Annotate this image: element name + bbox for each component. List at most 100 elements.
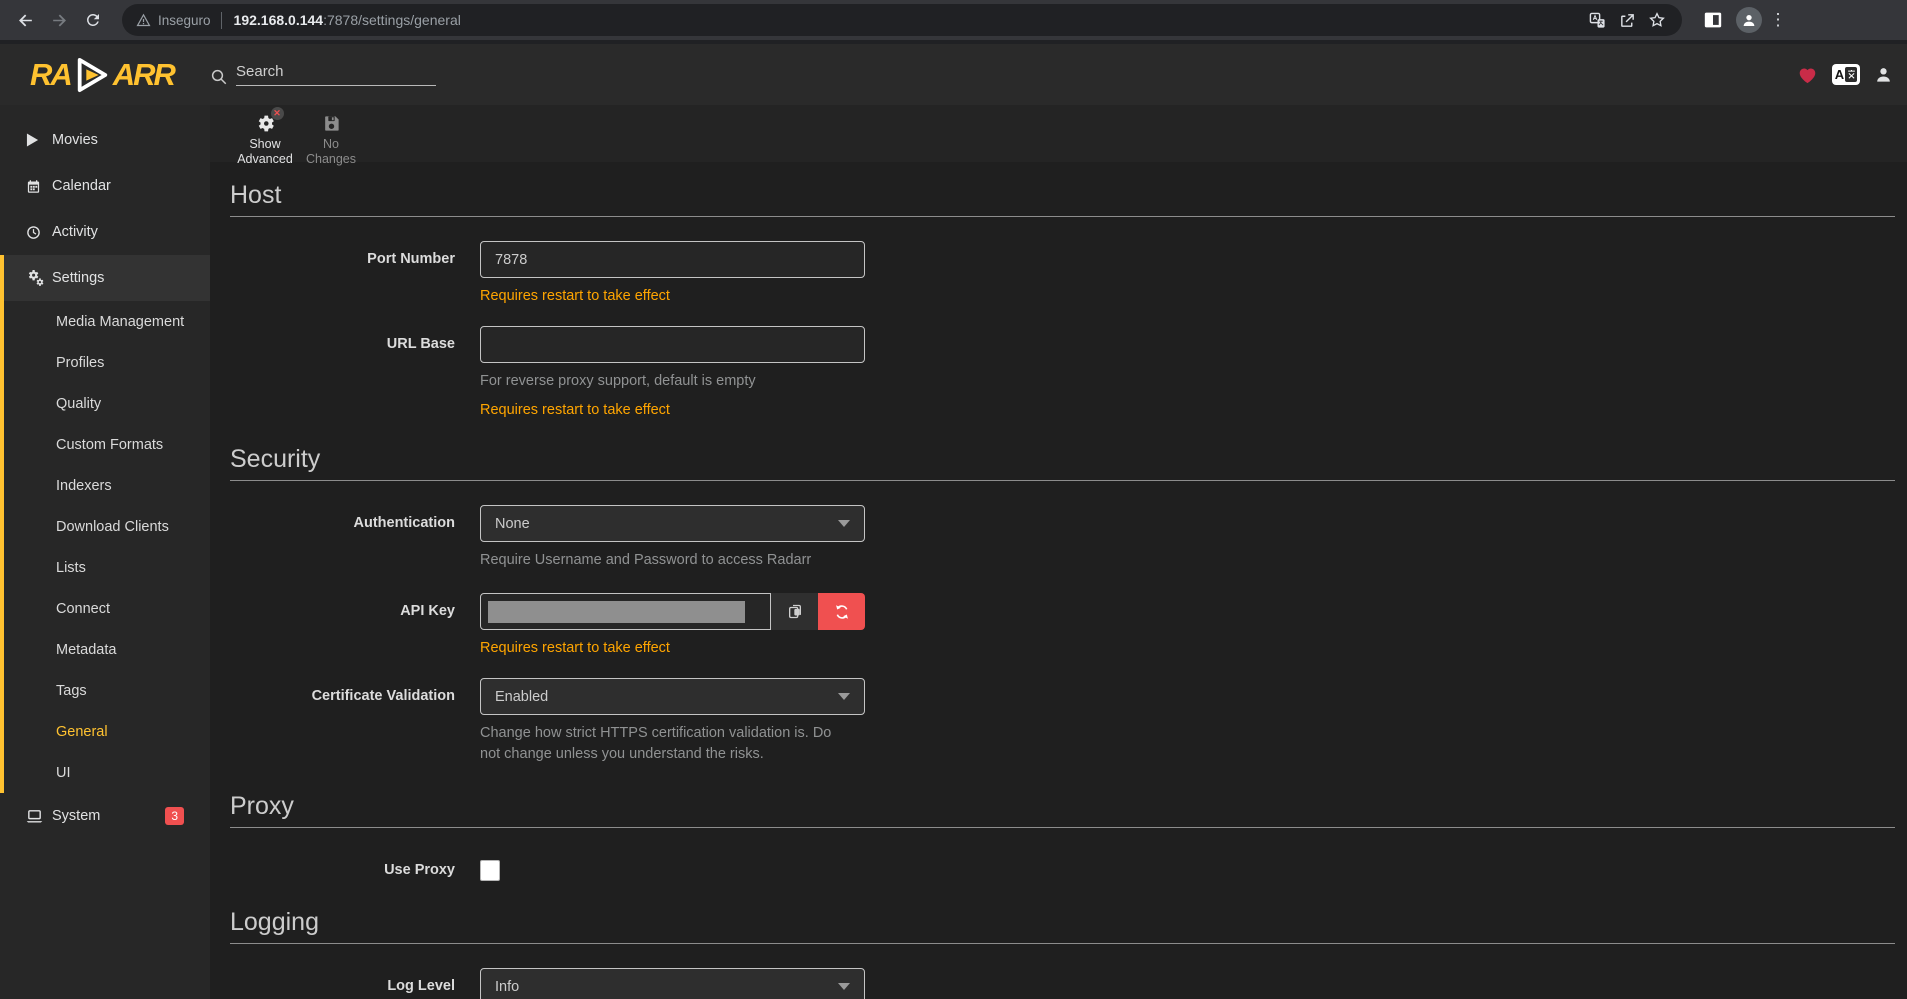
section-title-host: Host xyxy=(230,180,1895,210)
port-number-input[interactable] xyxy=(480,241,865,278)
page-url[interactable]: 192.168.0.144:7878/settings/general xyxy=(234,12,461,28)
use-proxy-row: Use Proxy xyxy=(230,852,1895,881)
system-health-badge: 3 xyxy=(165,807,184,825)
side-panel-button[interactable] xyxy=(1696,3,1730,37)
url-base-input[interactable] xyxy=(480,326,865,363)
section-title-security: Security xyxy=(230,444,1895,474)
section-title-logging: Logging xyxy=(230,907,1895,937)
header-actions: A xyxy=(1797,64,1907,85)
log-level-row: Log Level Info xyxy=(230,968,1895,999)
share-button[interactable] xyxy=(1612,5,1642,35)
sidebar-item-activity[interactable]: Activity xyxy=(0,209,210,255)
sidebar-item-calendar[interactable]: Calendar xyxy=(0,163,210,209)
logo-text-left: RA xyxy=(30,59,71,90)
api-key-label: API Key xyxy=(230,593,480,656)
warning-triangle-icon xyxy=(136,13,151,28)
api-key-restart-warning: Requires restart to take effect xyxy=(480,640,865,656)
sidebar-item-metadata[interactable]: Metadata xyxy=(4,629,210,670)
search-icon xyxy=(210,68,228,86)
sidebar-item-download-clients[interactable]: Download Clients xyxy=(4,506,210,547)
laptop-icon xyxy=(26,809,52,824)
advanced-x-badge: ✕ xyxy=(271,107,284,120)
sidebar-item-lists[interactable]: Lists xyxy=(4,547,210,588)
certificate-validation-select[interactable]: Enabled xyxy=(480,678,865,715)
sidebar-item-ui[interactable]: UI xyxy=(4,752,210,793)
play-icon xyxy=(26,133,52,147)
use-proxy-checkbox[interactable] xyxy=(480,860,500,881)
page-toolbar: ✕ Show Advanced No xyxy=(210,105,1907,162)
sidebar-item-indexers[interactable]: Indexers xyxy=(4,465,210,506)
chevron-down-icon xyxy=(838,983,850,990)
sidebar-item-quality[interactable]: Quality xyxy=(4,383,210,424)
save-changes-button[interactable]: No Changes xyxy=(300,111,362,167)
reload-icon xyxy=(84,11,102,29)
url-base-row: URL Base For reverse proxy support, defa… xyxy=(230,326,1895,418)
translate-badge-icon[interactable]: A xyxy=(1832,64,1860,85)
api-key-row: API Key xyxy=(230,593,1895,656)
search-bar xyxy=(210,61,436,88)
gears-icon xyxy=(26,270,52,286)
port-number-label: Port Number xyxy=(230,241,480,304)
app-header: RA ARR A xyxy=(0,44,1907,105)
sidebar-item-system[interactable]: System 3 xyxy=(0,793,210,839)
sidebar-item-movies[interactable]: Movies xyxy=(0,117,210,163)
section-security: Security Authentication None Require Use… xyxy=(230,444,1895,765)
url-base-restart-warning: Requires restart to take effect xyxy=(480,402,865,418)
settings-general-page: ✕ Show Advanced No xyxy=(210,105,1907,999)
heart-icon[interactable] xyxy=(1797,65,1818,84)
sidebar: Movies Calendar Activity xyxy=(0,105,210,999)
log-level-select[interactable]: Info xyxy=(480,968,865,999)
port-restart-warning: Requires restart to take effect xyxy=(480,288,865,304)
sidebar-item-profiles[interactable]: Profiles xyxy=(4,342,210,383)
browser-toolbar: Inseguro 192.168.0.144:7878/settings/gen… xyxy=(0,0,1907,44)
url-base-label: URL Base xyxy=(230,326,480,418)
translate-button[interactable] xyxy=(1582,5,1612,35)
refresh-icon xyxy=(834,604,850,620)
certificate-validation-label: Certificate Validation xyxy=(230,678,480,765)
sidebar-item-connect[interactable]: Connect xyxy=(4,588,210,629)
side-panel-icon xyxy=(1703,11,1723,29)
show-advanced-button[interactable]: ✕ Show Advanced xyxy=(234,111,296,167)
chip-separator xyxy=(221,12,222,29)
section-proxy: Proxy Use Proxy xyxy=(230,791,1895,881)
reload-button[interactable] xyxy=(76,3,110,37)
address-bar[interactable]: Inseguro 192.168.0.144:7878/settings/gen… xyxy=(122,4,1682,36)
sidebar-item-media-management[interactable]: Media Management xyxy=(4,301,210,342)
regenerate-api-key-button[interactable] xyxy=(818,593,865,630)
section-host: Host Port Number Requires restart to tak… xyxy=(230,180,1895,418)
sidebar-item-general[interactable]: General xyxy=(4,711,210,752)
sidebar-item-tags[interactable]: Tags xyxy=(4,670,210,711)
forward-icon xyxy=(50,11,69,30)
back-icon xyxy=(16,11,35,30)
use-proxy-label: Use Proxy xyxy=(230,852,480,881)
advanced-gear-x-icon: ✕ xyxy=(255,111,276,135)
save-floppy-icon xyxy=(322,111,341,135)
profile-avatar-icon xyxy=(1741,12,1757,28)
radarr-logo[interactable]: RA ARR xyxy=(0,56,210,94)
share-icon xyxy=(1619,12,1636,29)
sidebar-item-custom-formats[interactable]: Custom Formats xyxy=(4,424,210,465)
radarr-play-logo-icon xyxy=(74,56,110,94)
calendar-icon xyxy=(26,179,52,194)
logo-text-right: ARR xyxy=(113,59,174,90)
star-icon xyxy=(1648,11,1666,29)
authentication-select[interactable]: None xyxy=(480,505,865,542)
profile-avatar[interactable] xyxy=(1736,7,1762,33)
bookmark-button[interactable] xyxy=(1642,5,1672,35)
chevron-down-icon xyxy=(838,693,850,700)
back-button[interactable] xyxy=(8,3,42,37)
browser-actions: ⋮ xyxy=(1692,3,1792,37)
forward-button[interactable] xyxy=(42,3,76,37)
search-input[interactable] xyxy=(236,61,436,86)
api-key-redacted-value xyxy=(488,601,745,623)
translate-icon xyxy=(1589,12,1606,29)
security-chip[interactable]: Inseguro xyxy=(158,13,211,28)
sidebar-item-settings[interactable]: Settings xyxy=(4,255,210,301)
copy-api-key-button[interactable] xyxy=(771,593,818,630)
certificate-validation-helper: Change how strict HTTPS certification va… xyxy=(480,723,845,765)
user-icon[interactable] xyxy=(1874,65,1893,84)
certificate-validation-row: Certificate Validation Enabled Change ho… xyxy=(230,678,1895,765)
kebab-menu-icon[interactable]: ⋮ xyxy=(1768,10,1788,30)
authentication-label: Authentication xyxy=(230,505,480,571)
api-key-input[interactable] xyxy=(480,593,771,630)
